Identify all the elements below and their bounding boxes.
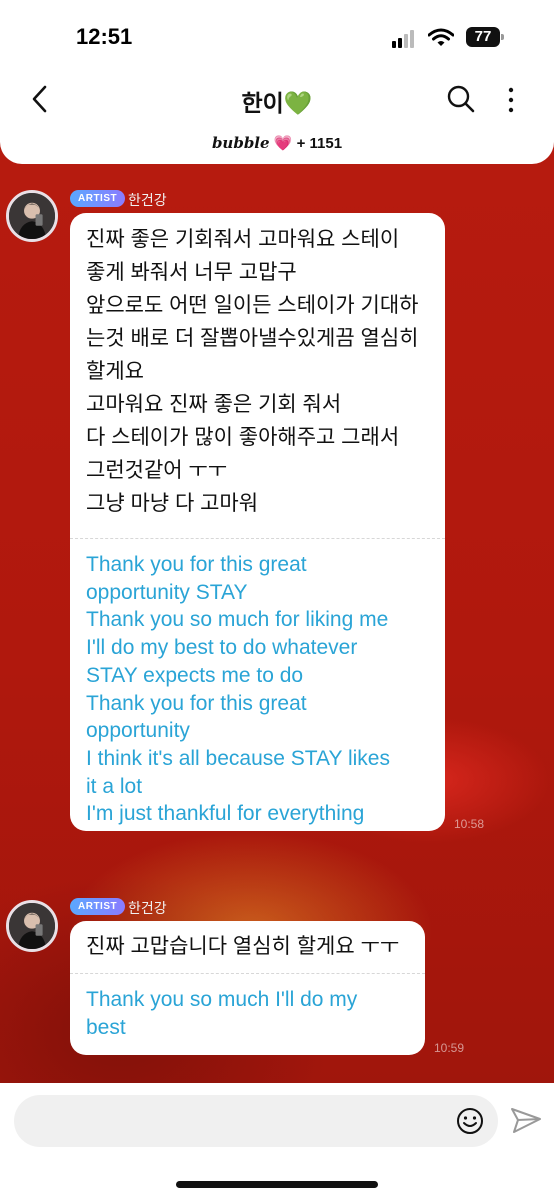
sender-name: 한건강 <box>128 192 167 208</box>
translation-line: best <box>86 1015 126 1039</box>
message-timestamp: 10:59 <box>434 1041 465 1055</box>
korean-line: 진짜 좋은 기회줘서 고마워요 스테이 <box>86 228 400 251</box>
search-icon[interactable] <box>446 84 476 114</box>
smile-icon[interactable] <box>456 1107 484 1135</box>
translation-line: Thank you so much I'll do my <box>86 988 358 1011</box>
translation-line: it a lot <box>86 774 143 798</box>
message-input-container <box>14 1095 498 1149</box>
avatar[interactable] <box>6 190 58 242</box>
cellular-signal-icon <box>392 30 418 48</box>
message-bubble[interactable]: 진짜 좋은 기회줘서 고마워요 스테이좋게 봐줘서 너무 고맙구앞으로도 어떤 … <box>70 213 445 831</box>
translation-line: opportunity STAY <box>86 580 248 604</box>
translation-line: opportunity <box>86 719 190 743</box>
korean-line: 고마워요 진짜 좋은 기회 줘서 <box>86 393 342 416</box>
translation-line: I think it's all because STAY likes <box>86 746 390 770</box>
artist-badge: ARTIST <box>70 190 126 207</box>
send-icon[interactable] <box>510 1105 542 1135</box>
translation-line: I'll do my best to do whatever <box>86 636 358 660</box>
korean-line: 좋게 봐줘서 너무 고맙구 <box>86 261 297 284</box>
sender-name: 한건강 <box>128 900 167 916</box>
message-bubble[interactable]: 진짜 고맙습니다 열심히 할게요 ㅜㅜ Thank you so much I'… <box>70 921 425 1055</box>
translation-line: Thank you for this great <box>86 553 307 576</box>
home-indicator <box>176 1181 378 1188</box>
message-input[interactable] <box>32 1095 456 1149</box>
message-translation-text: Thank you for this great opportunity STAY… <box>70 539 445 828</box>
translation-line: STAY expects me to do <box>86 663 304 687</box>
korean-line: 그냥 마냥 다 고마워 <box>86 492 259 515</box>
korean-line: 다 스테이가 많이 좋아해주고 그래서 <box>86 426 400 449</box>
status-bar: 12:51 77 <box>0 0 554 72</box>
chat-header: 한이💚 bubble 💗 + 1151 <box>0 72 554 164</box>
translation-line: I'm just thankful for everything <box>86 802 365 826</box>
more-vertical-icon[interactable] <box>504 86 518 114</box>
message-timestamp: 10:58 <box>454 817 485 831</box>
heart-icon: 💗 <box>273 135 293 152</box>
composer-bar <box>0 1083 554 1200</box>
status-time: 12:51 <box>76 24 133 49</box>
subscriber-count: + 1151 <box>296 135 343 152</box>
message-korean-text: 진짜 고맙습니다 열심히 할게요 ㅜㅜ <box>70 921 425 966</box>
avatar[interactable] <box>6 900 58 952</box>
korean-line: 진짜 고맙습니다 열심히 할게요 ㅜㅜ <box>86 935 400 958</box>
korean-line: 는것 배로 더 잘뽑아낼수있게끔 열심히 <box>86 327 419 350</box>
korean-line: 앞으로도 어떤 일이든 스테이가 기대하 <box>86 294 419 317</box>
korean-line: 할게요 <box>86 360 144 383</box>
translation-line: Thank you so much for liking me <box>86 608 389 632</box>
bubble-logo-text: bubble <box>211 134 270 152</box>
wifi-icon <box>428 28 454 46</box>
korean-line: 그런것같어 ㅜㅜ <box>86 459 228 482</box>
artist-badge: ARTIST <box>70 898 126 915</box>
translation-line: Thank you for this great <box>86 691 307 715</box>
bubble-subscribers: bubble 💗 + 1151 <box>0 134 554 152</box>
message-translation-text: Thank you so much I'll do my best <box>70 974 425 1041</box>
battery-indicator: 77 <box>466 27 504 47</box>
message-korean-text: 진짜 좋은 기회줘서 고마워요 스테이좋게 봐줘서 너무 고맙구앞으로도 어떤 … <box>70 213 445 523</box>
